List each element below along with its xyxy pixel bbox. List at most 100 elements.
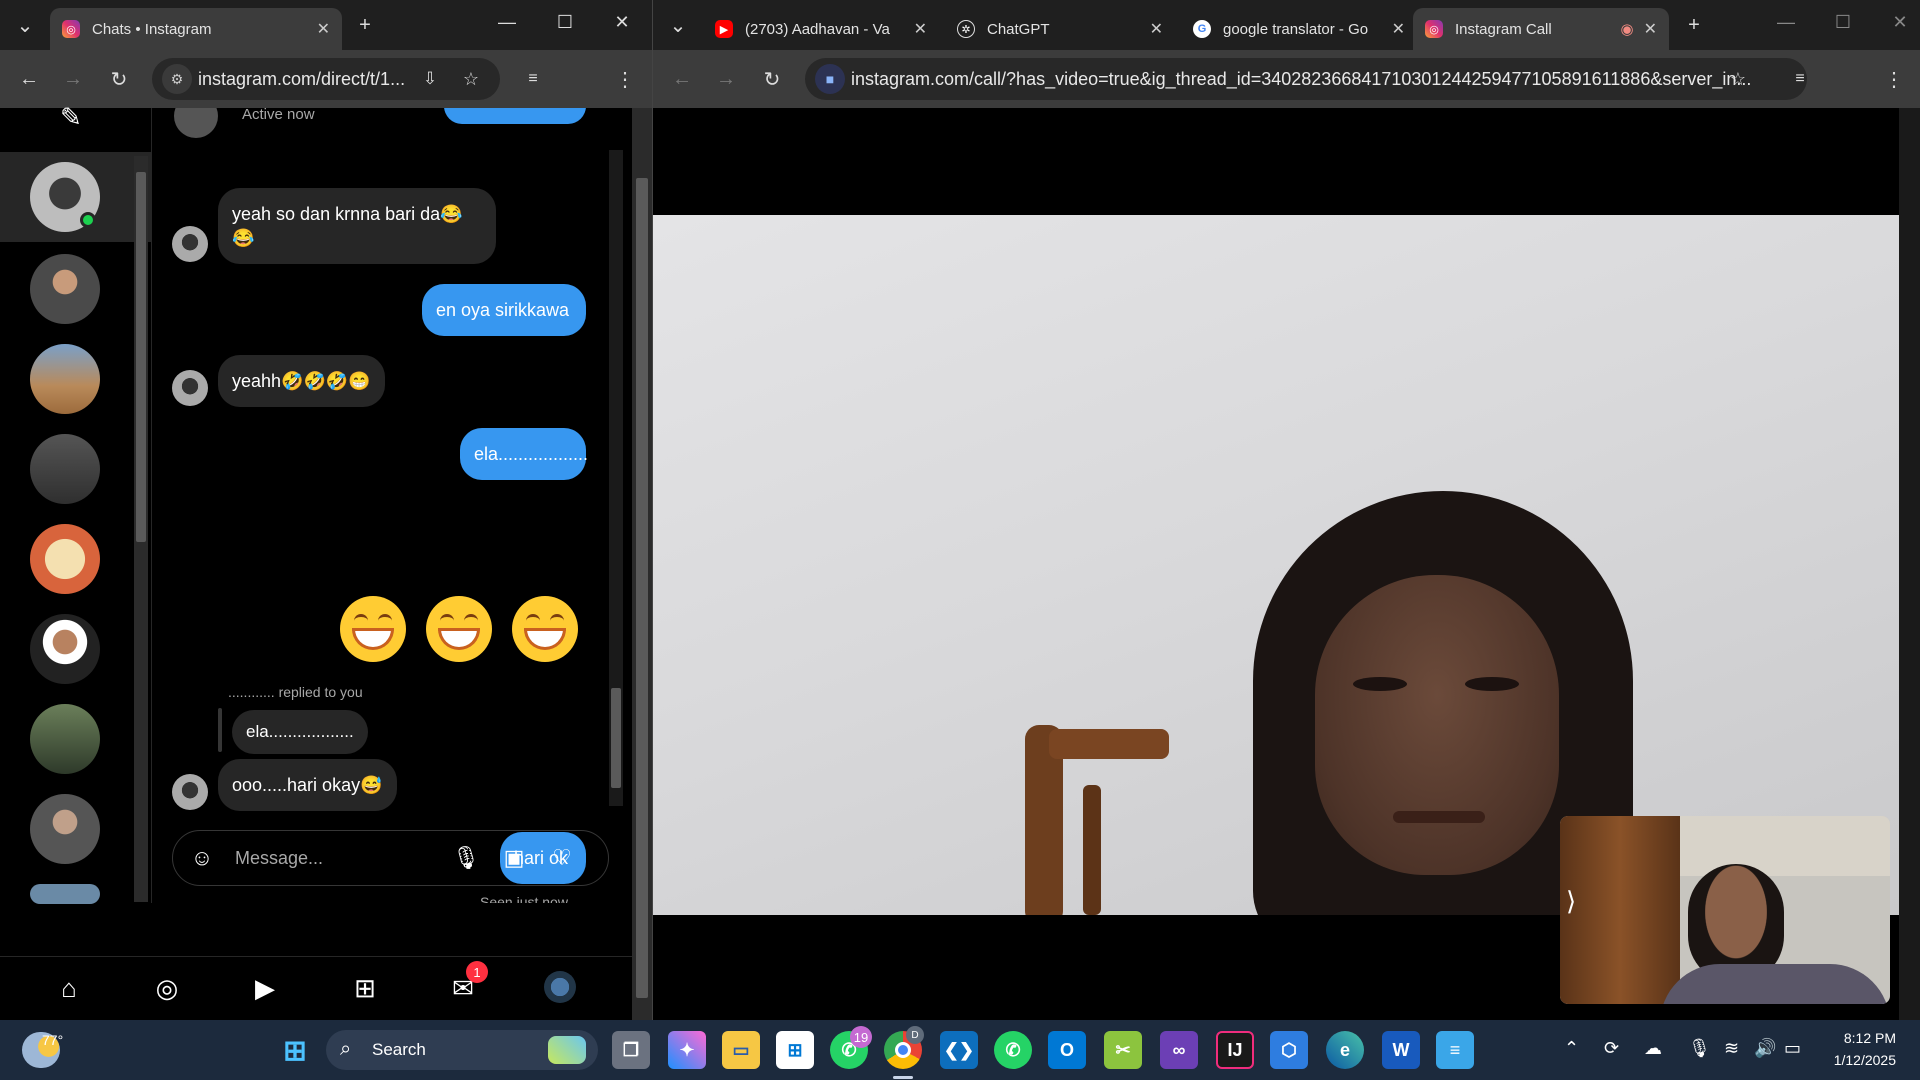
grin-emoji[interactable] <box>340 596 406 662</box>
close-window-icon[interactable]: ✕ <box>1885 12 1915 33</box>
address-bar[interactable]: ■ instagram.com/call/?has_video=true&ig_… <box>805 58 1807 100</box>
tab-google-translator[interactable]: G google translator - Go ✕ <box>1181 8 1417 50</box>
tab-search-button[interactable]: ⌄ <box>663 10 693 40</box>
avatar-conversation-6[interactable] <box>30 614 100 684</box>
wifi-icon[interactable]: ≋ <box>1724 1038 1739 1059</box>
message-input[interactable]: Message... <box>235 848 323 869</box>
microphone-icon[interactable]: 🎙 <box>451 843 481 873</box>
tab-search-button[interactable]: ⌄ <box>10 10 40 40</box>
tab-youtube[interactable]: ▶ (2703) Aadhavan - Va ✕ <box>703 8 939 50</box>
close-tab-icon[interactable]: ✕ <box>914 19 927 39</box>
onedrive-icon[interactable]: ☁ <box>1644 1038 1662 1059</box>
profile-icon[interactable] <box>544 971 576 1003</box>
chat-thread: Active now yeah so dan krnna bari da😂😂 e… <box>152 108 632 903</box>
new-message-icon[interactable]: ✎ <box>60 102 82 133</box>
bookmark-star-icon[interactable]: ☆ <box>456 64 486 94</box>
visual-studio-icon[interactable]: ∞ <box>1160 1031 1198 1069</box>
avatar-conversation-4[interactable] <box>30 434 100 504</box>
page-scrollbar[interactable] <box>1899 108 1920 1020</box>
volume-icon[interactable]: 🔊 <box>1754 1038 1776 1059</box>
tab-chats-instagram[interactable]: ◎ Chats • Instagram ✕ <box>50 8 342 50</box>
task-view-icon[interactable]: ❐ <box>612 1031 650 1069</box>
new-tab-button[interactable]: + <box>350 10 380 40</box>
avatar-conversation-2[interactable] <box>30 254 100 324</box>
microsoft-store-icon[interactable]: ⊞ <box>776 1031 814 1069</box>
self-view-video[interactable]: ⟩ <box>1560 816 1890 1004</box>
edge-icon[interactable]: e <box>1326 1031 1364 1069</box>
intellij-icon[interactable]: IJ <box>1216 1031 1254 1069</box>
avatar-conversation-3[interactable] <box>30 344 100 414</box>
close-tab-icon[interactable]: ✕ <box>1644 19 1657 39</box>
media-control-icon[interactable]: ≡ <box>518 64 548 94</box>
menu-kebab-icon[interactable]: ⋮ <box>1879 64 1909 94</box>
grin-emoji[interactable] <box>426 596 492 662</box>
new-tab-button[interactable]: + <box>1679 10 1709 40</box>
incoming-message[interactable]: yeah so dan krnna bari da😂😂 <box>218 188 496 264</box>
avatar-conversation-9[interactable] <box>30 884 100 904</box>
maximize-icon[interactable]: ☐ <box>550 12 580 33</box>
collapse-chevron-icon[interactable]: ⟩ <box>1566 886 1576 917</box>
file-explorer-icon[interactable]: ▭ <box>722 1031 760 1069</box>
close-tab-icon[interactable]: ✕ <box>1150 19 1163 39</box>
forward-icon[interactable]: → <box>58 64 88 94</box>
incoming-message[interactable]: ooo.....hari okay😅 <box>218 759 397 811</box>
clock-date[interactable]: 1/12/2025 <box>1816 1052 1896 1068</box>
install-app-icon[interactable]: ⇩ <box>415 64 445 94</box>
close-tab-icon[interactable]: ✕ <box>1392 19 1405 39</box>
minimize-icon[interactable]: — <box>492 12 522 33</box>
bookmark-star-icon[interactable]: ☆ <box>1723 64 1753 94</box>
avatar-conversation-5[interactable] <box>30 524 100 594</box>
taskbar-search[interactable]: ⌕ Search <box>326 1030 598 1070</box>
snipping-tool-icon[interactable]: ✂ <box>1104 1031 1142 1069</box>
maximize-icon[interactable]: ☐ <box>1828 12 1858 33</box>
address-bar[interactable]: ⚙ instagram.com/direct/t/1... <box>152 58 500 100</box>
word-icon[interactable]: W <box>1382 1031 1420 1069</box>
chat-scroll-thumb[interactable] <box>611 688 621 788</box>
back-icon[interactable]: ← <box>667 64 697 94</box>
image-icon[interactable]: ▣ <box>499 843 529 873</box>
heart-icon[interactable]: ♡ <box>547 843 577 873</box>
close-tab-icon[interactable]: ✕ <box>317 19 330 39</box>
quoted-message[interactable]: ela.................. <box>232 710 368 754</box>
media-control-icon[interactable]: ≡ <box>1785 64 1815 94</box>
microphone-icon[interactable]: 🎙 <box>1688 1038 1711 1059</box>
emoji-icon[interactable]: ☺ <box>187 843 217 873</box>
create-icon[interactable]: ⊞ <box>348 971 382 1005</box>
back-icon[interactable]: ← <box>14 64 44 94</box>
weather-temp[interactable]: 77° <box>42 1032 63 1048</box>
menu-kebab-icon[interactable]: ⋮ <box>610 64 640 94</box>
tab-instagram-call[interactable]: ◎ Instagram Call ◉ ✕ <box>1413 8 1669 50</box>
vscode-icon[interactable]: ❮❯ <box>940 1031 978 1069</box>
tab-chatgpt[interactable]: ✲ ChatGPT ✕ <box>945 8 1175 50</box>
outlook-icon[interactable]: O <box>1048 1031 1086 1069</box>
outgoing-message[interactable]: en oya sirikkawa <box>422 284 586 336</box>
reload-icon[interactable]: ↻ <box>757 64 787 94</box>
forward-icon[interactable]: → <box>711 64 741 94</box>
sync-icon[interactable]: ⟳ <box>1604 1038 1619 1059</box>
incoming-message[interactable]: yeahh🤣🤣🤣😁 <box>218 355 385 407</box>
notepad-icon[interactable]: ≡ <box>1436 1031 1474 1069</box>
header-avatar[interactable] <box>174 108 218 138</box>
copilot-icon[interactable]: ✦ <box>668 1031 706 1069</box>
close-window-icon[interactable]: ✕ <box>607 12 637 33</box>
camera-in-use-icon[interactable]: ■ <box>815 64 845 94</box>
reels-icon[interactable]: ▶ <box>248 971 282 1005</box>
home-icon[interactable]: ⌂ <box>52 971 86 1005</box>
reload-icon[interactable]: ↻ <box>104 64 134 94</box>
page-scroll-thumb[interactable] <box>636 178 648 998</box>
avatar-conversation-7[interactable] <box>30 704 100 774</box>
whatsapp-web-icon[interactable]: ✆ <box>994 1031 1032 1069</box>
grin-emoji[interactable] <box>512 596 578 662</box>
tray-overflow-icon[interactable]: ⌃ <box>1564 1038 1579 1059</box>
virtualbox-icon[interactable]: ⬡ <box>1270 1031 1308 1069</box>
explore-icon[interactable]: ◎ <box>150 971 184 1005</box>
minimize-icon[interactable]: — <box>1771 12 1801 33</box>
right-browser-window: ⌄ ▶ (2703) Aadhavan - Va ✕ ✲ ChatGPT ✕ G… <box>653 0 1920 1020</box>
site-settings-icon[interactable]: ⚙ <box>162 64 192 94</box>
battery-icon[interactable]: ▭ <box>1784 1038 1801 1059</box>
windows-start-icon[interactable]: ⊞ <box>276 1031 314 1069</box>
clock-time[interactable]: 8:12 PM <box>1826 1030 1896 1046</box>
avatar-conversation-8[interactable] <box>30 794 100 864</box>
outgoing-message[interactable]: ela.................. <box>460 428 588 480</box>
rail-scroll-thumb[interactable] <box>136 172 146 542</box>
